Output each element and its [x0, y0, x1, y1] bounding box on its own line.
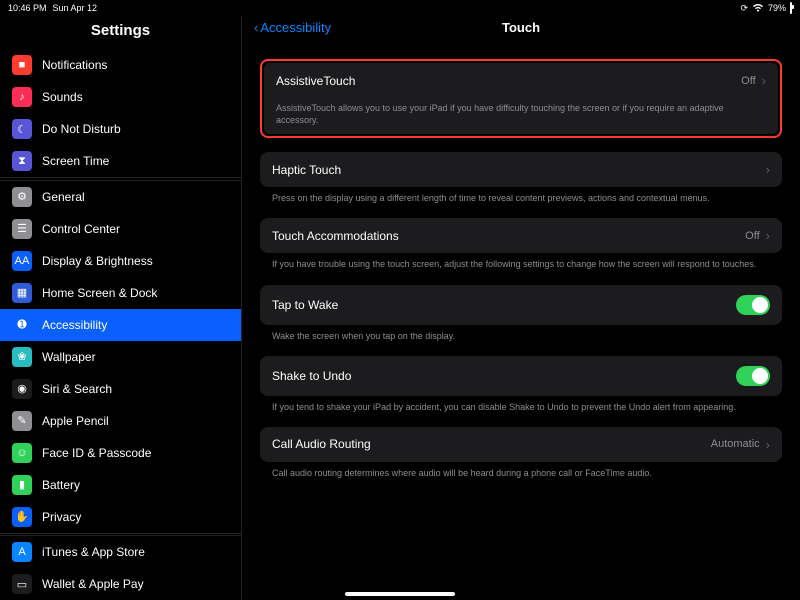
sidebar-item-label: Home Screen & Dock	[42, 286, 157, 300]
sidebar-item-label: Sounds	[42, 90, 83, 104]
cell-value: Off	[745, 230, 759, 242]
sidebar-item-general[interactable]: ⚙ General	[0, 181, 241, 213]
assistivetouch-cell[interactable]: AssistiveTouch Off ›	[264, 63, 778, 98]
shake-to-undo-toggle[interactable]	[736, 366, 770, 386]
general-icon: ⚙	[12, 187, 32, 207]
sidebar-item-label: Display & Brightness	[42, 254, 153, 268]
sidebar-item-face-id-passcode[interactable]: ☺ Face ID & Passcode	[0, 437, 241, 469]
section-footer: If you tend to shake your iPad by accide…	[260, 396, 782, 413]
sidebar-title: Settings	[0, 16, 241, 49]
sidebar-item-display-brightness[interactable]: AA Display & Brightness	[0, 245, 241, 277]
sidebar-item-control-center[interactable]: ☰ Control Center	[0, 213, 241, 245]
section-footer: Press on the display using a different l…	[260, 187, 782, 204]
section-footer: Wake the screen when you tap on the disp…	[260, 325, 782, 342]
section-footer: Call audio routing determines where audi…	[260, 462, 782, 479]
privacy-icon: ✋	[12, 507, 32, 527]
settings-sidebar[interactable]: Settings ■ Notifications ♪ Sounds ☾ Do Not Di…	[0, 16, 242, 600]
cell-label: Shake to Undo	[272, 369, 351, 383]
sidebar-item-privacy[interactable]: ✋ Privacy	[0, 501, 241, 533]
sidebar-item-label: Siri & Search	[42, 382, 112, 396]
home-indicator[interactable]	[345, 592, 455, 596]
status-time: 10:46 PM	[8, 3, 47, 13]
status-bar: 10:46 PM Sun Apr 12 ⟳ 79%	[0, 0, 800, 16]
sidebar-item-accessibility[interactable]: ➊ Accessibility	[0, 309, 241, 341]
chevron-right-icon: ›	[766, 437, 770, 452]
itunes-app-store-icon: A	[12, 542, 32, 562]
chevron-right-icon: ›	[762, 73, 766, 88]
battery-icon: ▮	[12, 475, 32, 495]
sidebar-item-label: Do Not Disturb	[42, 122, 121, 136]
display-brightness-icon: AA	[12, 251, 32, 271]
wallpaper-icon: ❀	[12, 347, 32, 367]
sidebar-item-siri-search[interactable]: ◉ Siri & Search	[0, 373, 241, 405]
cell-label: Touch Accommodations	[272, 229, 399, 243]
sidebar-item-label: Apple Pencil	[42, 414, 109, 428]
screen-time-icon: ⧗	[12, 151, 32, 171]
sidebar-item-label: Battery	[42, 478, 80, 492]
sidebar-item-battery[interactable]: ▮ Battery	[0, 469, 241, 501]
sidebar-item-label: Notifications	[42, 58, 107, 72]
call-audio-routing-cell[interactable]: Call Audio Routing Automatic ›	[260, 427, 782, 462]
sidebar-item-apple-pencil[interactable]: ✎ Apple Pencil	[0, 405, 241, 437]
battery-percent: 79%	[768, 3, 786, 13]
cell-label: Haptic Touch	[272, 163, 341, 177]
section-footer: AssistiveTouch allows you to use your iP…	[264, 98, 778, 134]
sidebar-item-label: Wallpaper	[42, 350, 96, 364]
sidebar-item-label: Control Center	[42, 222, 120, 236]
accessibility-icon: ➊	[12, 315, 32, 335]
chevron-right-icon: ›	[766, 228, 770, 243]
cell-label: Call Audio Routing	[272, 437, 371, 451]
wifi-icon	[752, 3, 764, 14]
tap-to-wake-toggle[interactable]	[736, 295, 770, 315]
sidebar-item-sounds[interactable]: ♪ Sounds	[0, 81, 241, 113]
sidebar-item-wallet-apple-pay[interactable]: ▭ Wallet & Apple Pay	[0, 568, 241, 600]
sidebar-item-itunes-app-store[interactable]: AiTunes & App Store	[0, 536, 241, 568]
sidebar-item-label: Screen Time	[42, 154, 109, 168]
status-date: Sun Apr 12	[53, 3, 98, 13]
touch-accommodations-cell[interactable]: Touch Accommodations Off ›	[260, 218, 782, 253]
sidebar-item-label: Wallet & Apple Pay	[42, 577, 144, 591]
sidebar-item-label: iTunes & App Store	[42, 545, 145, 559]
battery-icon	[790, 3, 792, 13]
orientation-lock-icon: ⟳	[740, 3, 748, 14]
wallet-apple-pay-icon: ▭	[12, 574, 32, 594]
cell-value: Automatic	[711, 438, 760, 450]
sidebar-item-label: General	[42, 190, 85, 204]
detail-pane: ‹ Accessibility Touch AssistiveTouchOff›…	[242, 16, 800, 600]
sidebar-item-do-not-disturb[interactable]: ☾ Do Not Disturb	[0, 113, 241, 145]
siri-search-icon: ◉	[12, 379, 32, 399]
home-screen-dock-icon: ▦	[12, 283, 32, 303]
chevron-right-icon: ›	[766, 162, 770, 177]
face-id-passcode-icon: ☺	[12, 443, 32, 463]
back-button[interactable]: ‹ Accessibility	[254, 20, 331, 35]
sidebar-item-notifications[interactable]: ■ Notifications	[0, 49, 241, 81]
sidebar-item-wallpaper[interactable]: ❀ Wallpaper	[0, 341, 241, 373]
sidebar-item-home-screen-dock[interactable]: ▦ Home Screen & Dock	[0, 277, 241, 309]
sidebar-item-label: Face ID & Passcode	[42, 446, 151, 460]
sidebar-item-label: Privacy	[42, 510, 81, 524]
do-not-disturb-icon: ☾	[12, 119, 32, 139]
shake-to-undo-cell[interactable]: Shake to Undo	[260, 356, 782, 396]
apple-pencil-icon: ✎	[12, 411, 32, 431]
cell-value: Off	[741, 75, 755, 87]
tap-to-wake-cell[interactable]: Tap to Wake	[260, 285, 782, 325]
haptic-touch-cell[interactable]: Haptic Touch ›	[260, 152, 782, 187]
cell-label: AssistiveTouch	[276, 74, 355, 88]
cell-label: Tap to Wake	[272, 298, 338, 312]
control-center-icon: ☰	[12, 219, 32, 239]
sidebar-item-label: Accessibility	[42, 318, 107, 332]
back-label: Accessibility	[260, 20, 331, 35]
section-footer: If you have trouble using the touch scre…	[260, 253, 782, 270]
notifications-icon: ■	[12, 55, 32, 75]
chevron-left-icon: ‹	[254, 20, 258, 35]
sounds-icon: ♪	[12, 87, 32, 107]
sidebar-item-screen-time[interactable]: ⧗ Screen Time	[0, 145, 241, 177]
